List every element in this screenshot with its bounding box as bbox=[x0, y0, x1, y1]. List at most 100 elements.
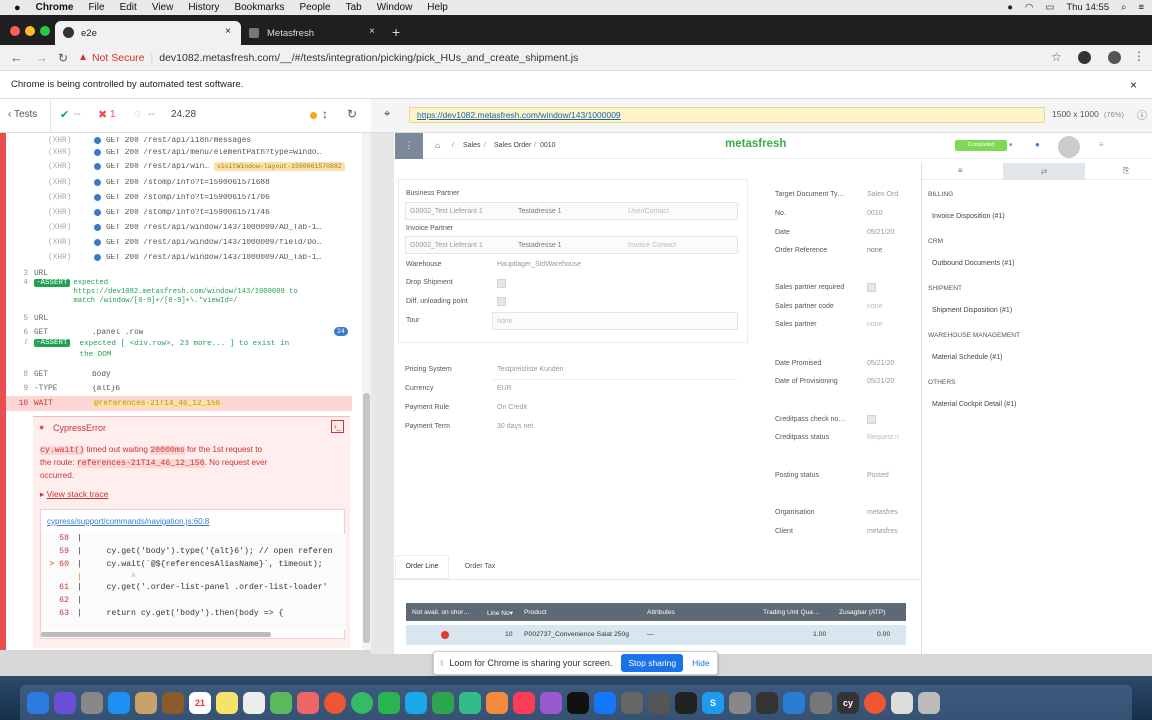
command-row-get[interactable]: 6 GET .panel .row 24 bbox=[6, 325, 352, 340]
doc-no-value[interactable]: 0010 bbox=[867, 210, 883, 217]
xhr-row[interactable]: (XHR) GET 200 /stomp/info?t=1590061571688 bbox=[6, 175, 352, 190]
tests-back-button[interactable]: ‹ Tests bbox=[8, 109, 37, 120]
xhr-row[interactable]: (XHR) GET 200 /rest/api/win… visitWindow-l… bbox=[6, 159, 352, 174]
menu-list-icon[interactable]: ≡ bbox=[1138, 2, 1144, 13]
auto-scroll-icon[interactable]: ↕ bbox=[322, 107, 328, 121]
search-icon[interactable]: ⌕ bbox=[1121, 2, 1126, 13]
menu-view[interactable]: View bbox=[152, 2, 174, 13]
menu-chrome[interactable]: Chrome bbox=[36, 2, 74, 13]
breadcrumb-sales[interactable]: Sales bbox=[463, 142, 481, 149]
microphone-icon[interactable]: ● bbox=[1007, 2, 1013, 13]
stop-sharing-button[interactable]: Stop sharing bbox=[621, 654, 684, 672]
terminal-icon[interactable] bbox=[675, 691, 697, 714]
order-reference-value[interactable]: none bbox=[867, 247, 883, 254]
col-attributes[interactable]: Attributes bbox=[647, 609, 675, 616]
skype-icon[interactable]: S bbox=[702, 691, 724, 714]
invoice-partner-field[interactable]: G0002_Test Lieferant 1 Testadresse 1 Inv… bbox=[405, 236, 738, 254]
sales-partner-code-value[interactable]: none bbox=[867, 303, 883, 310]
siri-icon[interactable] bbox=[54, 691, 76, 714]
piano-icon[interactable] bbox=[756, 691, 778, 714]
reference-shipment-disposition[interactable]: Shipment Disposition (#1) bbox=[932, 307, 1012, 314]
status-chevron-icon[interactable]: ▾ bbox=[1009, 141, 1013, 149]
menu-history[interactable]: History bbox=[188, 2, 219, 13]
forward-icon[interactable]: → bbox=[35, 50, 48, 65]
diff-unloading-checkbox[interactable] bbox=[497, 297, 506, 306]
safari-icon[interactable] bbox=[108, 691, 130, 714]
notification-bell-icon[interactable]: ● bbox=[1035, 140, 1040, 149]
col-atp[interactable]: Zusagbar (ATP) bbox=[839, 609, 885, 616]
col-not-avail[interactable]: Not avail. on shor… bbox=[412, 609, 470, 616]
code-hscrollbar[interactable] bbox=[41, 632, 271, 637]
table-row[interactable]: 10 P002737_Convenience Salat 250g — 1.00… bbox=[406, 625, 906, 645]
doc-status-badge[interactable]: Completed bbox=[955, 140, 1007, 151]
trash-icon[interactable] bbox=[918, 691, 940, 714]
organisation-value[interactable]: metasfres bbox=[867, 509, 898, 516]
chrome-canary-icon[interactable] bbox=[351, 691, 373, 714]
documents-icon[interactable] bbox=[891, 691, 913, 714]
breadcrumb-sales-order[interactable]: Sales Order bbox=[494, 142, 531, 149]
date-provisioning-value[interactable]: 05/21/20 bbox=[867, 378, 894, 385]
xhr-row[interactable]: (XHR) GET 200 /rest/api/window/143/100000… bbox=[6, 235, 352, 250]
keynote-icon[interactable] bbox=[486, 691, 508, 714]
creditpass-check-checkbox[interactable] bbox=[867, 415, 876, 424]
stack-trace-toggle[interactable]: ▸ View stack trace bbox=[40, 489, 108, 500]
warehouse-value[interactable]: Hauptlager_StdWarehouse bbox=[497, 261, 581, 268]
xhr-row[interactable]: (XHR) GET 200 /rest/api/window/143/100000… bbox=[6, 220, 352, 235]
clock[interactable]: Thu 14:55 bbox=[1066, 2, 1109, 13]
target-doc-type-value[interactable]: Sales Ord bbox=[867, 191, 898, 198]
music-icon[interactable] bbox=[513, 691, 535, 714]
sales-partner-required-checkbox[interactable] bbox=[867, 283, 876, 292]
menu-file[interactable]: File bbox=[88, 2, 104, 13]
command-row-type[interactable]: 9 -TYPE {alt}6 bbox=[6, 381, 352, 396]
reload-icon[interactable]: ↻ bbox=[58, 51, 68, 65]
xhr-row[interactable]: (XHR) GET 200 /stomp/info?t=1590061571746 bbox=[6, 205, 352, 220]
system-preferences-icon[interactable] bbox=[648, 691, 670, 714]
profile-avatar[interactable] bbox=[1108, 51, 1121, 64]
minimize-window-button[interactable] bbox=[25, 26, 35, 36]
close-tab-icon[interactable]: × bbox=[369, 26, 375, 37]
back-icon[interactable]: ← bbox=[10, 50, 23, 65]
warning-icon[interactable]: ▲ bbox=[78, 52, 88, 63]
user-avatar[interactable] bbox=[1058, 136, 1080, 158]
chrome-instance-icon[interactable] bbox=[864, 691, 886, 714]
menu-help[interactable]: Help bbox=[427, 2, 448, 13]
more-menu-icon[interactable]: ⋮ bbox=[1133, 49, 1145, 63]
tab-order-line[interactable]: Order Line bbox=[396, 556, 448, 578]
chrome-icon[interactable] bbox=[324, 691, 346, 714]
col-trading-unit-qty[interactable]: Trading Unit Qua… bbox=[763, 609, 820, 616]
payment-term-value[interactable]: 30 days net bbox=[497, 423, 533, 430]
home-icon[interactable]: ⌂ bbox=[435, 141, 440, 150]
breadcrumb-doc-no[interactable]: 0010 bbox=[540, 142, 556, 149]
cypress-extension-icon[interactable] bbox=[1078, 51, 1091, 64]
command-row-wait-failed[interactable]: 10 WAIT @references-21T14_46_12_156 bbox=[6, 396, 352, 411]
code-file-link[interactable]: cypress/support/commands/navigation.js:6… bbox=[47, 517, 209, 526]
menu-tab[interactable]: Tab bbox=[346, 2, 362, 13]
xhr-row[interactable]: (XHR) GET 200 /stomp/info?t=1590061571706 bbox=[6, 190, 352, 205]
sidepanel-list-icon[interactable]: ≡ bbox=[958, 166, 963, 175]
xhr-row[interactable]: (XHR) GET 200 /rest/api/window/143/100000… bbox=[6, 250, 352, 265]
payment-rule-value[interactable]: On Credit bbox=[497, 404, 527, 411]
apple-menu-icon[interactable]: ● bbox=[14, 2, 21, 14]
tab-e2e[interactable]: e2e × bbox=[55, 21, 241, 45]
menu-toggle-icon[interactable]: ⋮ bbox=[395, 133, 423, 159]
photos-icon[interactable] bbox=[297, 691, 319, 714]
cypress-app-icon[interactable]: cy bbox=[837, 691, 859, 714]
tab-order-tax[interactable]: Order Tax bbox=[454, 556, 506, 578]
sidepanel-attachments-icon[interactable]: ⎘ bbox=[1123, 166, 1129, 176]
finder-icon[interactable] bbox=[27, 691, 49, 714]
reference-material-schedule[interactable]: Material Schedule (#1) bbox=[932, 354, 1002, 361]
close-infobar-icon[interactable]: × bbox=[1130, 78, 1137, 92]
numbers-icon[interactable] bbox=[459, 691, 481, 714]
sidepanel-references-icon[interactable]: ⇄ bbox=[1003, 163, 1085, 180]
sidelist-icon[interactable]: ≡ bbox=[1099, 140, 1104, 149]
command-log-scrollbar[interactable] bbox=[362, 133, 371, 650]
reference-material-cockpit[interactable]: Material Cockpit Detail (#1) bbox=[932, 401, 1016, 408]
facetime-icon[interactable] bbox=[378, 691, 400, 714]
xhr-row[interactable]: (XHR) GET 200 /rest/api/menu/elementPath?… bbox=[6, 145, 352, 160]
drag-handle-icon[interactable]: ‖ bbox=[440, 659, 443, 668]
reference-invoice-disposition[interactable]: Invoice Disposition (#1) bbox=[932, 213, 1005, 220]
disk-icon[interactable] bbox=[810, 691, 832, 714]
sales-partner-value[interactable]: none bbox=[867, 321, 883, 328]
bookmark-star-icon[interactable]: ☆ bbox=[1051, 50, 1062, 64]
info-icon[interactable]: ⓘ bbox=[1137, 107, 1147, 122]
